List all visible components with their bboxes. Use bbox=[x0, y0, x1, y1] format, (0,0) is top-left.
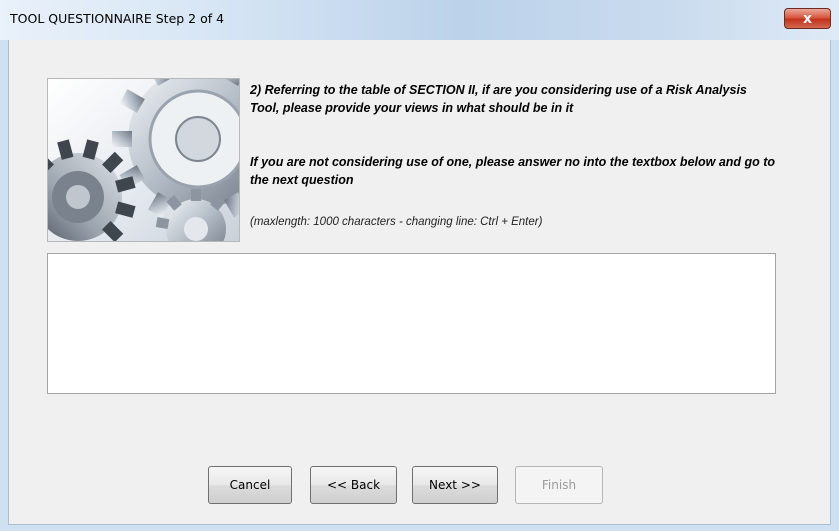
window-title: TOOL QUESTIONNAIRE Step 2 of 4 bbox=[10, 11, 225, 26]
next-button[interactable]: Next >> bbox=[412, 466, 498, 504]
close-button[interactable]: x bbox=[784, 8, 831, 29]
answer-textbox[interactable] bbox=[47, 253, 776, 394]
question-instruction: If you are not considering use of one, p… bbox=[250, 155, 776, 187]
question-prompt: 2) Referring to the table of SECTION II,… bbox=[250, 83, 747, 115]
dialog-client-area: 2) Referring to the table of SECTION II,… bbox=[8, 40, 831, 525]
cancel-button[interactable]: Cancel bbox=[208, 466, 292, 504]
gears-image bbox=[47, 78, 240, 242]
next-button-label: Next >> bbox=[429, 478, 481, 492]
gears-icon bbox=[48, 79, 239, 241]
title-bar[interactable]: TOOL QUESTIONNAIRE Step 2 of 4 x bbox=[0, 0, 839, 40]
back-button-label: << Back bbox=[326, 478, 381, 492]
questionnaire-window: TOOL QUESTIONNAIRE Step 2 of 4 x 2) Refe… bbox=[0, 0, 839, 531]
input-hint: (maxlength: 1000 characters - changing l… bbox=[250, 216, 543, 228]
back-button[interactable]: << Back bbox=[310, 466, 397, 504]
cancel-button-label: Cancel bbox=[229, 478, 271, 492]
finish-button: Finish bbox=[515, 466, 603, 504]
close-icon: x bbox=[802, 10, 813, 27]
finish-button-label: Finish bbox=[541, 478, 577, 492]
